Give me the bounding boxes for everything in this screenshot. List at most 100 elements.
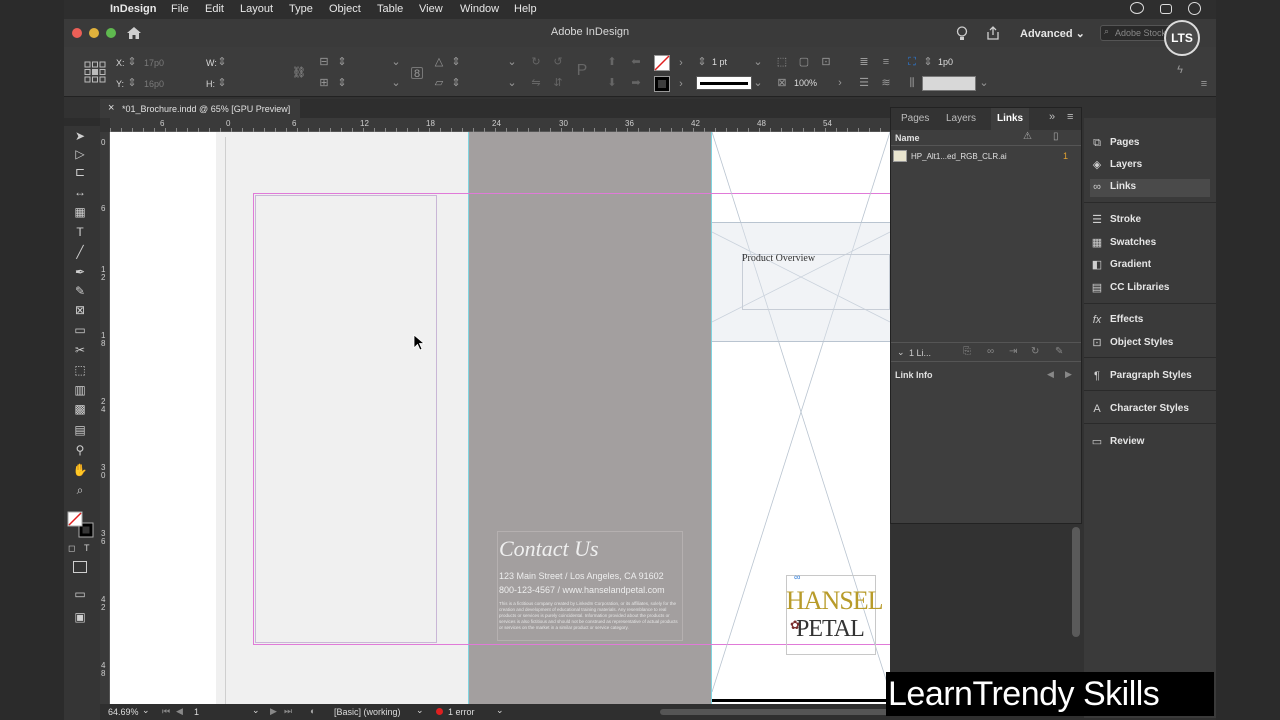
scale-y-icon[interactable]: ⊞ — [318, 77, 330, 89]
jump-object-icon[interactable]: ≋ — [880, 77, 892, 89]
zoom-tool-icon[interactable]: ⌕ — [72, 482, 88, 498]
rectangle-frame-tool-icon[interactable]: ⊠ — [72, 302, 88, 318]
link-page-number[interactable]: 1 — [1063, 151, 1068, 161]
offset-stepper-icon[interactable]: ⇕ — [922, 56, 934, 68]
y-stepper-icon[interactable]: ⇕ — [126, 77, 138, 89]
menu-table[interactable]: Table — [377, 3, 403, 15]
column-name[interactable]: Name — [895, 133, 920, 143]
zoom-dropdown-icon[interactable]: ⌄ — [142, 705, 150, 716]
rectangle-tool-icon[interactable]: ▭ — [72, 322, 88, 338]
h-stepper-icon[interactable]: ⇕ — [216, 77, 228, 89]
formatting-container-icon[interactable]: ◻ — [68, 543, 75, 554]
preflight-profile[interactable]: [Basic] (working) — [334, 707, 401, 717]
rotate-cw-icon[interactable]: ↻ — [530, 56, 542, 68]
creative-cloud-icon[interactable] — [1130, 2, 1144, 14]
workspace-switcher[interactable]: Advanced ⌄ — [1020, 27, 1085, 40]
stroke-weight-field[interactable]: 1 pt — [712, 57, 727, 67]
next-page-icon[interactable]: ▶ — [270, 706, 277, 717]
previous-page-icon[interactable]: ◀ — [176, 706, 183, 717]
gradient-swatch-tool-icon[interactable]: ▥ — [72, 382, 88, 398]
flip-vertical-icon[interactable]: ⇵ — [552, 77, 564, 89]
fit-frame-icon[interactable]: ⊡ — [820, 56, 832, 68]
tab-links[interactable]: Links — [997, 113, 1023, 124]
frame-fitting-icon[interactable]: ⬚ — [776, 56, 788, 68]
stroke-weight-stepper-icon[interactable]: ⇕ — [696, 56, 708, 68]
corner-style-field[interactable] — [922, 76, 976, 91]
fill-menu-icon[interactable]: › — [675, 57, 687, 69]
control-panel-menu-icon[interactable]: ≡ — [1198, 78, 1210, 90]
stroke-type-dropdown-icon[interactable]: ⌄ — [752, 77, 764, 89]
scale-x-stepper-icon[interactable]: ⇕ — [336, 56, 348, 68]
dock-item-gradient[interactable]: ◧ Gradient — [1090, 257, 1210, 275]
offset-field[interactable]: 1p0 — [938, 57, 953, 67]
scale-y-stepper-icon[interactable]: ⇕ — [336, 77, 348, 89]
menu-window[interactable]: Window — [460, 3, 499, 15]
open-in-tab-icon[interactable]: ◐ — [310, 706, 315, 716]
pen-tool-icon[interactable]: ✒ — [72, 264, 88, 280]
document-tab[interactable]: × *01_Brochure.indd @ 65% [GPU Preview] — [100, 99, 300, 118]
opacity-field[interactable]: 100% — [794, 78, 817, 88]
apply-color-icon[interactable] — [73, 561, 87, 573]
links-toggle-icon[interactable]: ⌄ — [897, 347, 905, 358]
dock-item-layers[interactable]: ◈ Layers — [1090, 157, 1210, 175]
fill-stroke-swatches-icon[interactable] — [67, 511, 97, 541]
user-icon[interactable] — [1188, 2, 1201, 15]
relink-icon[interactable]: ∞ — [987, 346, 994, 357]
tab-pages[interactable]: Pages — [901, 113, 929, 124]
selection-tool-icon[interactable]: ➤ — [72, 128, 88, 144]
eyedropper-tool-icon[interactable]: ⚲ — [72, 442, 88, 458]
gradient-feather-tool-icon[interactable]: ▩ — [72, 401, 88, 417]
zoom-level[interactable]: 64.69% — [108, 707, 139, 717]
menu-edit[interactable]: Edit — [205, 3, 224, 15]
page-tool-icon[interactable]: ⊏ — [72, 164, 88, 180]
rotation-dropdown-icon[interactable]: ⌄ — [506, 56, 518, 68]
dock-item-pages[interactable]: ⧉ Pages — [1090, 135, 1210, 153]
warning-column-icon[interactable]: ⚠ — [1023, 131, 1032, 142]
scale-y-dropdown-icon[interactable]: ⌄ — [390, 77, 402, 89]
errors-dropdown-icon[interactable]: ⌄ — [496, 705, 504, 716]
text-wrap-icon[interactable]: ≣ — [858, 56, 870, 68]
menu-object[interactable]: Object — [329, 3, 361, 15]
stroke-type-field[interactable] — [696, 76, 752, 90]
screen-mode-icon[interactable]: ▣ — [72, 609, 88, 625]
go-to-link-icon[interactable]: ⇥ — [1009, 346, 1017, 357]
select-content-icon[interactable]: ⬇ — [606, 77, 618, 89]
rotate-ccw-icon[interactable]: ↺ — [552, 56, 564, 68]
empty-text-frame[interactable] — [255, 195, 437, 643]
tab-layers[interactable]: Layers — [946, 113, 976, 124]
menu-layout[interactable]: Layout — [240, 3, 273, 15]
stroke-weight-dropdown-icon[interactable]: ⌄ — [752, 56, 764, 68]
preflight-dropdown-icon[interactable]: ⌄ — [416, 705, 424, 716]
align-icon[interactable]: ⫼ — [906, 77, 918, 89]
pencil-tool-icon[interactable]: ✎ — [72, 283, 88, 299]
constrain-proportions-icon[interactable]: ⛓ — [292, 67, 306, 79]
w-stepper-icon[interactable]: ⇕ — [216, 56, 228, 68]
menu-help[interactable]: Help — [514, 3, 537, 15]
fill-none-swatch[interactable] — [654, 55, 670, 71]
edit-original-icon[interactable]: ✎ — [1055, 346, 1063, 357]
update-link-icon[interactable]: ↻ — [1031, 346, 1039, 357]
hand-tool-icon[interactable]: ✋ — [72, 462, 88, 478]
link-info-header[interactable]: Link Info ◀ ▶ — [891, 366, 1081, 384]
document-canvas[interactable]: Product Overview Contact Us 123 Main Str… — [110, 132, 890, 704]
shear-dropdown-icon[interactable]: ⌄ — [506, 77, 518, 89]
free-transform-tool-icon[interactable]: ⬚ — [72, 362, 88, 378]
formatting-text-icon[interactable]: T — [84, 543, 90, 553]
shear-stepper-icon[interactable]: ⇕ — [450, 77, 462, 89]
dock-item-swatches[interactable]: ▦ Swatches — [1090, 235, 1210, 253]
control-center-icon[interactable] — [1160, 4, 1172, 14]
relink-cc-icon[interactable]: ⎘ — [963, 346, 971, 357]
menu-app[interactable]: InDesign — [110, 3, 156, 15]
note-tool-icon[interactable]: ▤ — [72, 422, 88, 438]
vertical-scrollbar[interactable] — [1072, 527, 1080, 637]
previous-link-icon[interactable]: ◀ — [1047, 369, 1054, 380]
page-column-icon[interactable]: ▯ — [1053, 131, 1059, 142]
first-page-icon[interactable]: ⏮ — [162, 706, 170, 717]
menu-type[interactable]: Type — [289, 3, 313, 15]
dock-item-object-styles[interactable]: ⊡ Object Styles — [1090, 335, 1210, 353]
reference-point-icon[interactable] — [84, 61, 106, 83]
lightbulb-icon[interactable] — [956, 26, 968, 41]
shear-angle-icon[interactable]: ▱ — [433, 77, 445, 89]
line-tool-icon[interactable]: ╱ — [72, 244, 88, 260]
gap-tool-icon[interactable]: ↔ — [72, 184, 88, 200]
